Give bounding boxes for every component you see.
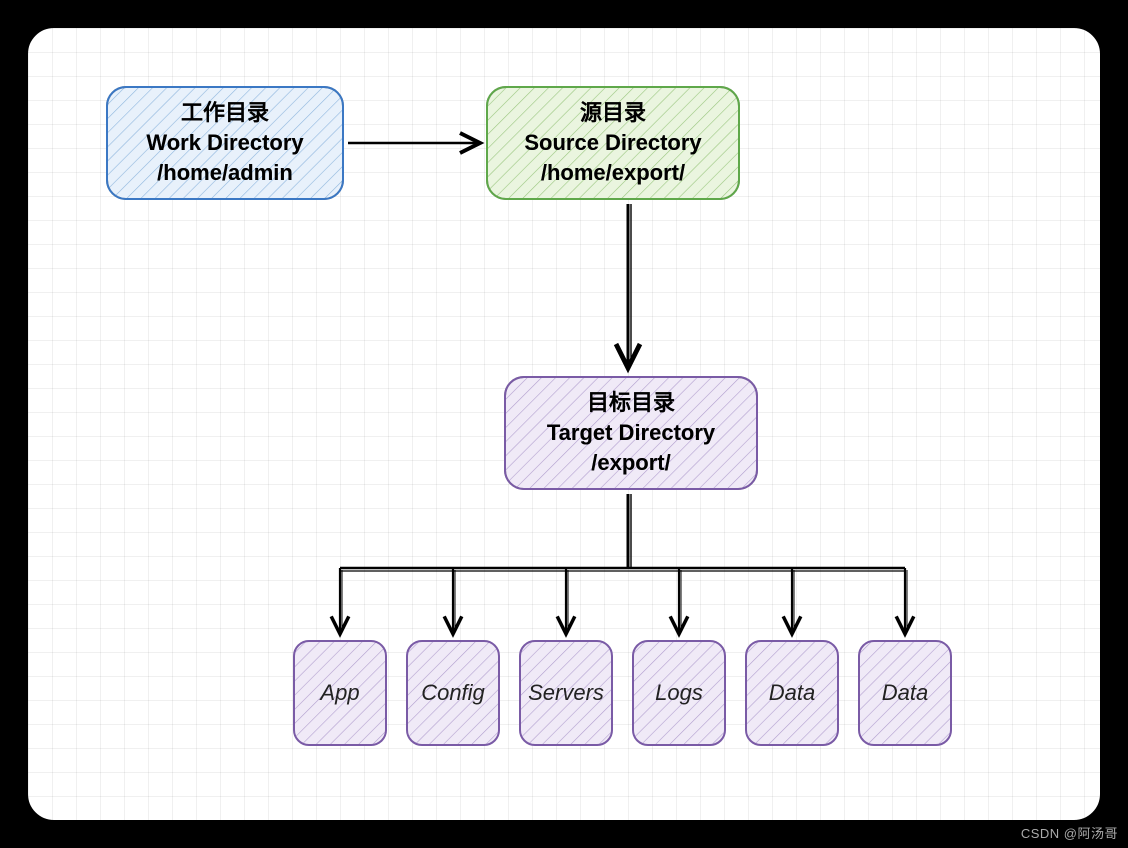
child-label: Logs — [655, 680, 703, 706]
child-label: Servers — [528, 680, 604, 706]
source-title-zh: 源目录 — [580, 98, 646, 128]
work-title-en: Work Directory — [146, 128, 303, 158]
node-source-directory: 源目录 Source Directory /home/export/ — [486, 86, 740, 200]
node-child-data-2: Data — [858, 640, 952, 746]
child-label: Data — [882, 680, 928, 706]
work-path: /home/admin — [157, 158, 293, 188]
target-title-en: Target Directory — [547, 418, 715, 448]
node-child-data-1: Data — [745, 640, 839, 746]
source-path: /home/export/ — [541, 158, 685, 188]
node-work-directory: 工作目录 Work Directory /home/admin — [106, 86, 344, 200]
node-target-directory: 目标目录 Target Directory /export/ — [504, 376, 758, 490]
diagram-panel: 工作目录 Work Directory /home/admin 源目录 Sour… — [26, 26, 1102, 822]
work-title-zh: 工作目录 — [181, 98, 269, 128]
node-child-servers: Servers — [519, 640, 613, 746]
node-child-config: Config — [406, 640, 500, 746]
source-title-en: Source Directory — [524, 128, 701, 158]
credit-text: CSDN @阿汤哥 — [1021, 823, 1118, 842]
node-child-logs: Logs — [632, 640, 726, 746]
target-title-zh: 目标目录 — [587, 388, 675, 418]
child-label: Config — [421, 680, 485, 706]
target-path: /export/ — [591, 448, 670, 478]
outer-frame: 工作目录 Work Directory /home/admin 源目录 Sour… — [0, 0, 1128, 848]
node-child-app: App — [293, 640, 387, 746]
child-label: App — [320, 680, 359, 706]
child-label: Data — [769, 680, 815, 706]
